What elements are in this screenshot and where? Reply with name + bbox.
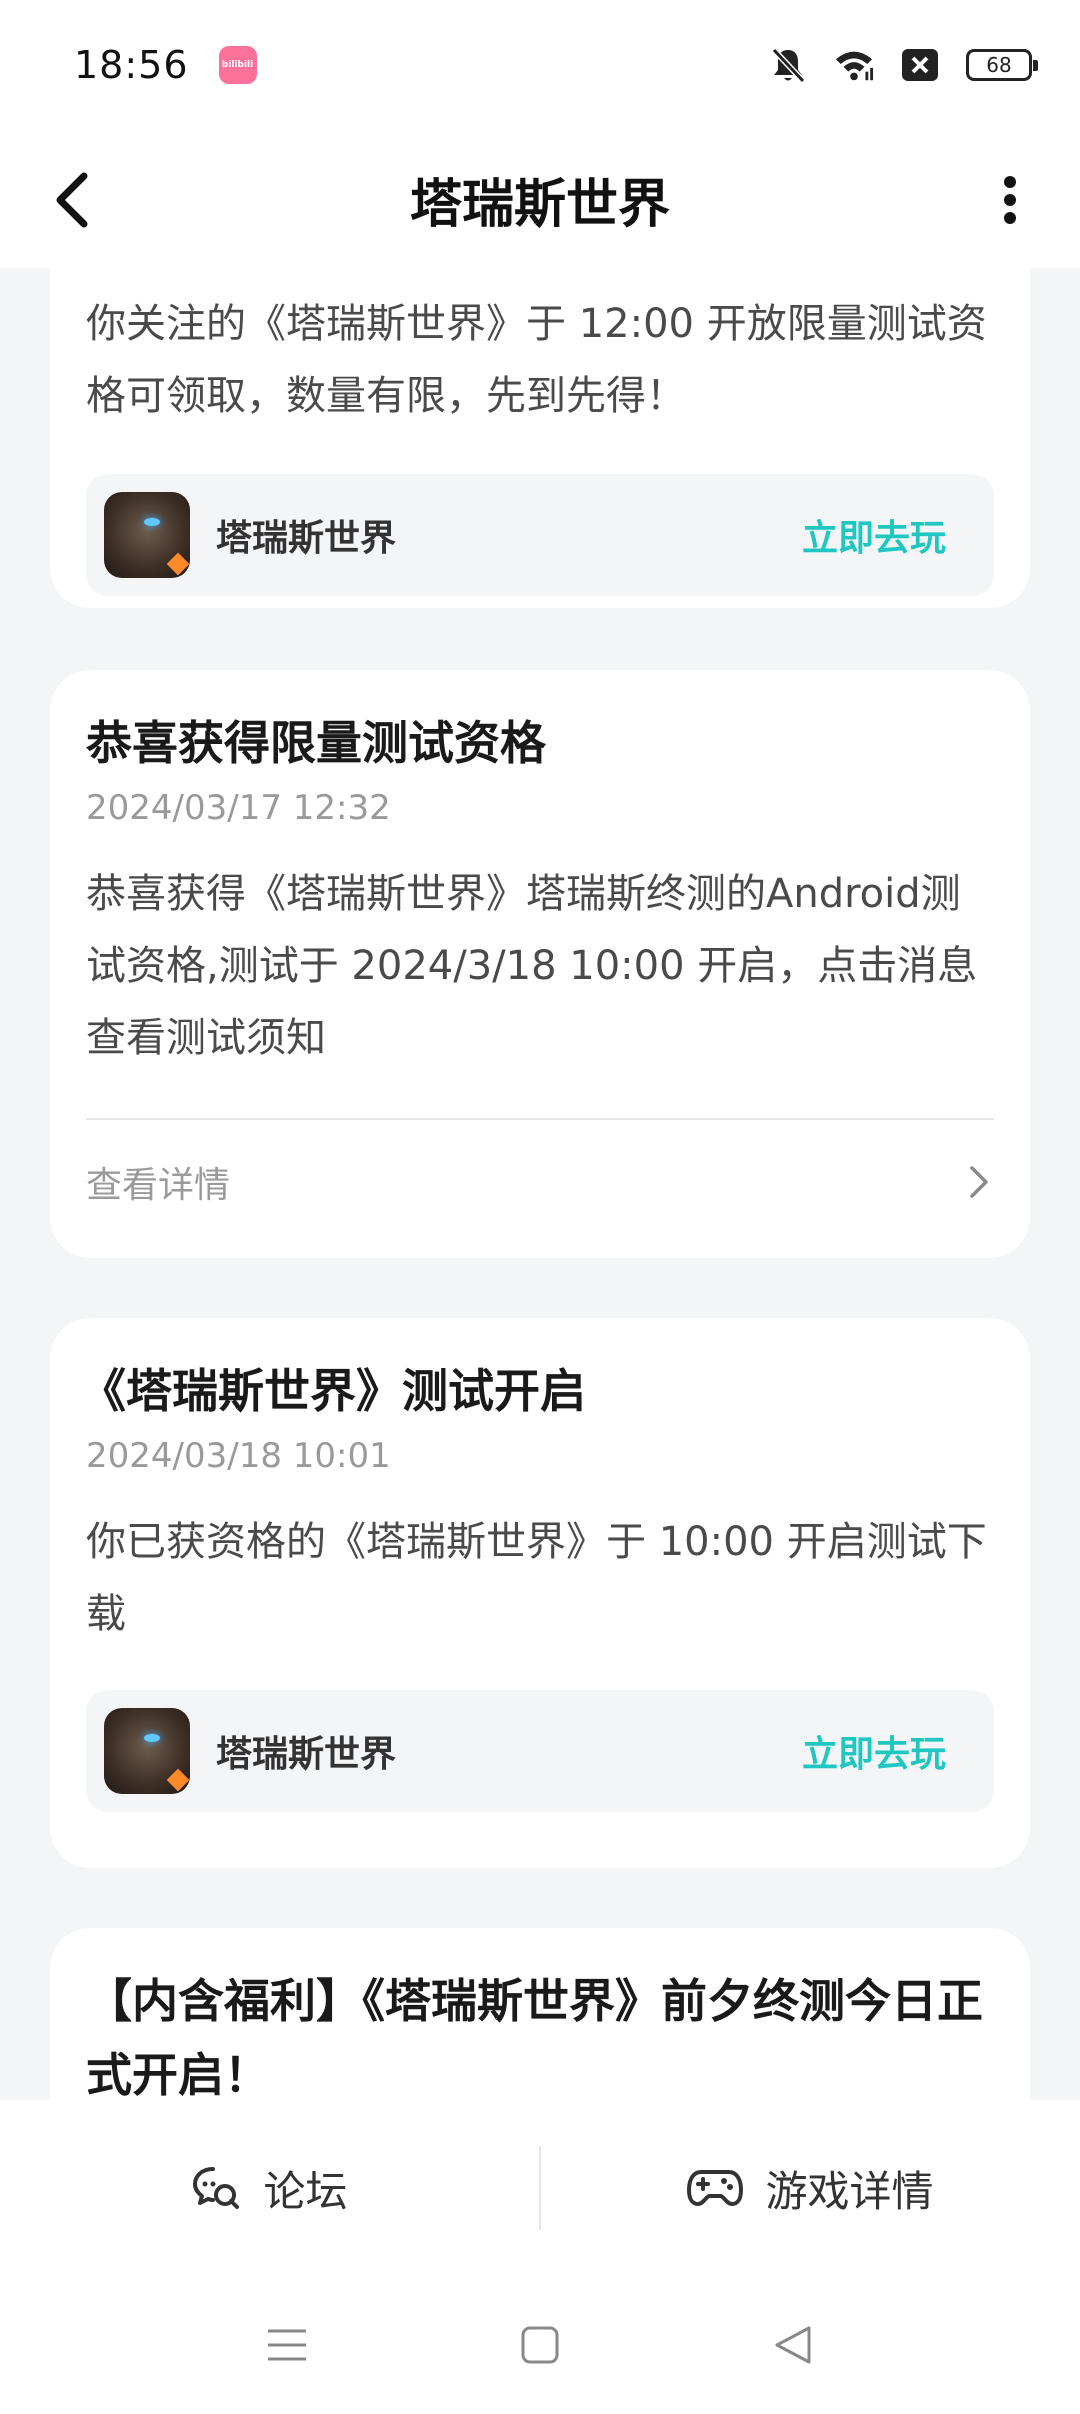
system-navigation-bar xyxy=(0,2276,1080,2414)
status-time: 18:56 xyxy=(74,43,189,87)
game-detail-label: 游戏详情 xyxy=(765,2166,934,2216)
wifi-icon xyxy=(834,45,874,85)
more-options-button[interactable] xyxy=(980,160,1040,240)
message-title: 【内含福利】《塔瑞斯世界》前夕终测今日正式开启！ xyxy=(86,1974,983,2100)
home-nav-button[interactable] xyxy=(510,2315,570,2375)
screen: 18:56 bilibili 68 塔瑞斯世界 你关注的《塔瑞斯世界》于 12:… xyxy=(0,0,1080,2414)
forum-label: 论坛 xyxy=(263,2166,348,2216)
message-card[interactable]: 恭喜获得限量测试资格 2024/03/17 12:32 恭喜获得《塔瑞斯世界》塔… xyxy=(50,670,1030,1258)
game-entry[interactable]: 塔瑞斯世界 立即去玩 xyxy=(86,474,994,596)
back-triangle-icon xyxy=(775,2326,811,2364)
chevron-left-icon xyxy=(56,172,88,228)
message-body: 你已获资格的《塔瑞斯世界》于 10:00 开启测试下载 xyxy=(86,1519,987,1637)
status-icons: 68 xyxy=(768,45,1038,85)
message-date: 2024/03/18 10:01 xyxy=(86,1436,391,1476)
back-button[interactable] xyxy=(52,160,112,240)
game-detail-tab[interactable]: 游戏详情 xyxy=(541,2100,1080,2276)
message-date: 2024/03/17 12:32 xyxy=(86,788,391,828)
menu-nav-button[interactable] xyxy=(257,2315,317,2375)
game-entry[interactable]: 塔瑞斯世界 立即去玩 xyxy=(86,1690,994,1812)
more-vertical-icon xyxy=(1004,176,1016,224)
view-details-label: 查看详情 xyxy=(86,1165,231,1206)
forum-tab[interactable]: 论坛 xyxy=(0,2100,539,2276)
game-name: 塔瑞斯世界 xyxy=(216,1734,397,1775)
menu-icon xyxy=(267,2329,306,2361)
message-body: 你关注的《塔瑞斯世界》于 12:00 开放限量测试资格可领取，数量有限，先到先得… xyxy=(86,301,987,419)
top-app-bar: 塔瑞斯世界 xyxy=(0,130,1080,268)
bottom-action-bar: 论坛 游戏详情 xyxy=(0,2100,1080,2276)
message-card: 你关注的《塔瑞斯世界》于 12:00 开放限量测试资格可领取，数量有限，先到先得… xyxy=(50,268,1030,608)
page-title: 塔瑞斯世界 xyxy=(409,174,670,235)
battery-icon: 68 xyxy=(966,49,1038,81)
game-name: 塔瑞斯世界 xyxy=(216,518,397,559)
message-list[interactable]: 你关注的《塔瑞斯世界》于 12:00 开放限量测试资格可领取，数量有限，先到先得… xyxy=(0,268,1080,2100)
back-nav-button[interactable] xyxy=(763,2315,823,2375)
message-title: 恭喜获得限量测试资格 xyxy=(86,716,546,770)
home-square-icon xyxy=(521,2326,559,2364)
play-now-button[interactable]: 立即去玩 xyxy=(802,509,946,561)
play-now-button[interactable]: 立即去玩 xyxy=(802,1725,946,1777)
view-details-row[interactable]: 查看详情 xyxy=(86,1120,994,1244)
message-card: 《塔瑞斯世界》测试开启 2024/03/18 10:01 你已获资格的《塔瑞斯世… xyxy=(50,1318,1030,1868)
message-title: 《塔瑞斯世界》测试开启 xyxy=(80,1364,586,1418)
game-icon xyxy=(104,492,190,578)
game-icon xyxy=(104,1708,190,1794)
bilibili-app-icon: bilibili xyxy=(218,46,257,84)
close-box-icon xyxy=(900,45,940,85)
status-bar: 18:56 bilibili 68 xyxy=(0,0,1080,130)
message-body: 恭喜获得《塔瑞斯世界》塔瑞斯终测的Android测试资格,测试于 2024/3/… xyxy=(86,871,978,1061)
message-card[interactable]: 【内含福利】《塔瑞斯世界》前夕终测今日正式开启！ xyxy=(50,1928,1030,2100)
forum-icon xyxy=(193,2167,240,2209)
gamepad-icon xyxy=(687,2170,744,2206)
bell-off-icon xyxy=(768,45,808,85)
chevron-right-icon xyxy=(970,1166,988,1198)
